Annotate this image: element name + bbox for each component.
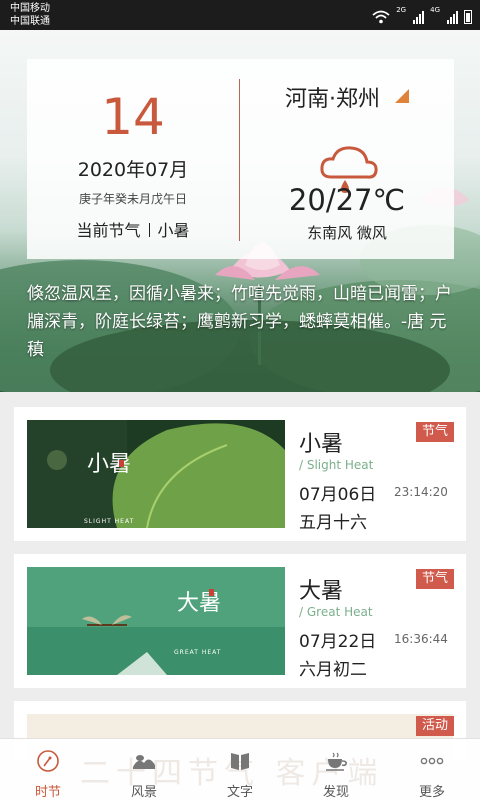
wind-info: 东南风 微风 — [307, 224, 387, 242]
ganzhi-date: 庚子年癸未月戊午日 — [78, 192, 187, 206]
carrier-label-1: 中国移动 — [10, 3, 50, 14]
signal-icon — [413, 10, 425, 24]
thumbnail-subtitle: GREAT HEAT — [174, 649, 222, 656]
tab-faxian[interactable]: 发现 — [288, 739, 384, 801]
list-item[interactable]: 小暑 SLIGHT HEAT 小暑 / Slight Heat 07月06日 五… — [14, 407, 466, 541]
item-time: 16:36:44 — [394, 632, 448, 646]
thumbnail-title: 大暑 — [177, 591, 222, 616]
poem-text: 倏忽温风至，因循小暑来；竹喧先觉雨，山暗已闻雷；户牖深青，阶庭长绿苔；鹰鹯新习学… — [27, 284, 452, 360]
status-icons: 2G 4G — [372, 6, 472, 24]
list-item[interactable]: 大暑 GREAT HEAT 大暑 / Great Heat 07月22日 六月初… — [14, 554, 466, 688]
tab-fengjing[interactable]: 风景 — [96, 739, 192, 801]
temperature: 20/27℃ — [288, 183, 406, 217]
tab-label: 更多 — [418, 785, 445, 800]
separator — [148, 223, 150, 237]
wifi-icon — [372, 10, 390, 24]
dragonfly-image — [27, 567, 285, 675]
network-type-2: 4G — [430, 6, 440, 14]
seal-stamp — [119, 460, 124, 467]
item-lunar-date: 六月初二 — [299, 660, 367, 680]
term-value: 小暑 — [157, 221, 190, 240]
signal-icon — [447, 10, 458, 24]
city-selector[interactable]: 河南·郑州 — [285, 81, 380, 113]
item-date: 07月06日 — [299, 485, 377, 505]
info-card: 14 2020年07月 庚子年癸未月戊午日 当前节气 小暑 河南·郑州 20/27… — [27, 59, 454, 259]
item-title: 大暑 — [299, 579, 344, 604]
bottom-tab-bar: 二十四节气 客户端 时节 风景 文字 发现 更多 — [0, 738, 480, 801]
tab-shijie[interactable]: 时节 — [0, 739, 96, 801]
network-type-1: 2G — [396, 6, 407, 14]
tab-label: 发现 — [322, 785, 349, 800]
landscape-icon — [133, 755, 155, 769]
location-arrow-icon[interactable] — [395, 89, 409, 103]
year-month: 2020年07月 — [77, 159, 189, 181]
item-time: 23:14:20 — [394, 485, 448, 499]
carrier-label-2: 中国联通 — [10, 16, 50, 27]
thumbnail-title: 小暑 — [87, 452, 132, 477]
status-bar: 中国移动 中国联通 2G 4G — [0, 0, 480, 30]
more-dots-icon — [420, 757, 444, 765]
term-label: 当前节气 — [76, 221, 141, 240]
tab-label: 文字 — [226, 785, 253, 800]
book-icon — [231, 753, 249, 770]
status-badge: 节气 — [415, 569, 454, 589]
compass-icon — [37, 750, 59, 772]
thumbnail-slight-heat: 小暑 SLIGHT HEAT — [27, 420, 285, 528]
item-english: / Great Heat — [299, 605, 373, 619]
current-day: 14 — [101, 88, 165, 146]
tab-label: 时节 — [34, 785, 61, 800]
thumbnail-great-heat: 大暑 GREAT HEAT — [27, 567, 285, 675]
tab-label: 风景 — [130, 785, 157, 800]
item-lunar-date: 五月十六 — [299, 513, 367, 533]
tab-gengduo[interactable]: 更多 — [384, 739, 480, 801]
seal-stamp — [209, 589, 214, 596]
item-date: 07月22日 — [299, 632, 377, 652]
thumbnail-subtitle: SLIGHT HEAT — [84, 518, 135, 525]
current-term: 当前节气 小暑 — [27, 217, 239, 241]
leaf-image — [27, 420, 285, 528]
tea-cup-icon — [326, 752, 347, 771]
status-badge: 节气 — [415, 422, 454, 442]
tab-wenzi[interactable]: 文字 — [192, 739, 288, 801]
status-badge: 活动 — [415, 716, 454, 736]
item-english: / Slight Heat — [299, 458, 374, 472]
battery-icon — [464, 10, 472, 24]
item-title: 小暑 — [299, 432, 344, 457]
hero-section: 14 2020年07月 庚子年癸未月戊午日 当前节气 小暑 河南·郑州 20/27… — [0, 30, 480, 392]
